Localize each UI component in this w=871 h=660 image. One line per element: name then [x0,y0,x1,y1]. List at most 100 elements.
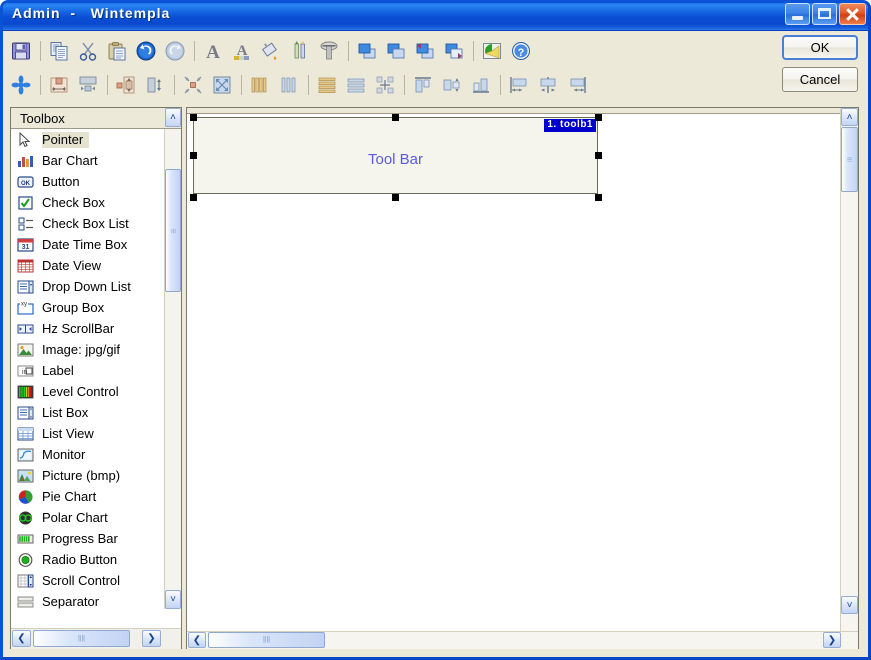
toolbox-scroll-down-arrow[interactable]: ˅ [165,590,181,609]
toolbox-item-level-control[interactable]: Level Control [11,381,166,402]
align-middles-icon[interactable] [438,71,466,99]
pie-chart-icon[interactable] [478,37,506,65]
toolbox-item-polar-chart[interactable]: Polar Chart [11,507,166,528]
canvas-scroll-up-arrow[interactable]: ˄ [841,108,858,126]
canvas-scroll-left-arrow[interactable]: ❮ [188,632,206,648]
svg-text:A: A [206,42,220,62]
undo-icon[interactable] [132,37,160,65]
maximize-button[interactable] [812,3,837,25]
toolbox-item-separator[interactable]: Separator [11,591,166,609]
canvas-scroll-right-arrow[interactable]: ❯ [823,632,841,648]
canvas-vertical-scrollbar[interactable]: ˄ ≡ ˅ [840,108,858,632]
toolbar-separator [348,41,349,61]
client-area: Toolbox Pointer Bar Chart OK Button Check Bo… [6,106,868,655]
toolbox-item-drop-down-list[interactable]: Drop Down List [11,276,166,297]
selection-handle-middle-left[interactable] [190,152,197,159]
make-same-width-icon[interactable] [112,71,140,99]
toolbox-item-pie-chart[interactable]: Pie Chart [11,486,166,507]
toolbox-item-list-box[interactable]: List Box [11,402,166,423]
screw-icon[interactable] [315,37,343,65]
copy-icon[interactable] [45,37,73,65]
canvas-scroll-down-arrow[interactable]: ˅ [841,596,858,614]
toolbar-control[interactable]: Tool Bar 1. toolb1 [193,117,598,194]
selection-handle-top-left[interactable] [190,114,197,121]
toolbox-item-date-view[interactable]: Date View [11,255,166,276]
selection-handle-middle-right[interactable] [595,152,602,159]
toolbar-area: A A ? OK Cancel [3,31,868,105]
fill-color-icon[interactable] [257,37,285,65]
toolbox-item-scroll-control[interactable]: Scroll Control [11,570,166,591]
toolbox-item-check-box-list[interactable]: Check Box List [11,213,166,234]
toolbar-separator [241,75,242,95]
canvas-horizontal-scroll-thumb[interactable]: ‖‖ [208,632,325,648]
toolbox-item-button[interactable]: OK Button [11,171,166,192]
toolbox-item-pointer[interactable]: Pointer [11,129,166,150]
toolbox-item-label[interactable]: in Label [11,360,166,381]
help-icon[interactable]: ? [507,37,535,65]
toolbox-item-list-view[interactable]: List View [11,423,166,444]
bring-forward-icon[interactable] [411,37,439,65]
toolbox-vertical-scrollbar[interactable]: ˄ ≡ ˅ [164,108,181,609]
monitor-icon [15,446,35,463]
align-bottom-edges-icon[interactable] [467,71,495,99]
toolbox-scroll-up-arrow[interactable]: ˄ [165,108,181,127]
minimize-button[interactable] [785,3,810,25]
space-across-icon[interactable] [246,71,274,99]
font-icon[interactable]: A [199,37,227,65]
send-backward-icon[interactable] [440,37,468,65]
align-centers-icon[interactable] [371,71,399,99]
selection-handle-top-right[interactable] [595,114,602,121]
toolbox-item-progress-bar[interactable]: Progress Bar [11,528,166,549]
design-canvas[interactable]: Tool Bar 1. toolb1 [187,108,842,632]
toolbox-item-hz-scrollbar[interactable]: Hz ScrollBar [11,318,166,339]
separator-icon [15,593,35,609]
align-right-edges-icon[interactable] [342,71,370,99]
send-to-back-icon[interactable] [382,37,410,65]
align-horizontal-center-icon[interactable] [45,71,73,99]
space-down-icon[interactable] [275,71,303,99]
bring-to-front-icon[interactable] [353,37,381,65]
redo-icon[interactable] [161,37,189,65]
align-vertical-center-icon[interactable] [74,71,102,99]
toolbox-item-label: Polar Chart [42,509,108,525]
snowflake-icon[interactable] [7,71,35,99]
canvas-horizontal-scrollbar[interactable]: ❮ ‖‖ ❯ [187,631,858,649]
toolbox-item-date-time-box[interactable]: 31 Date Time Box [11,234,166,255]
toolbox-item-group-box[interactable]: xy Group Box [11,297,166,318]
toolbox-horizontal-scroll-thumb[interactable]: ‖‖ [33,630,130,647]
toolbox-item-radio-button[interactable]: Radio Button [11,549,166,570]
cancel-button[interactable]: Cancel [782,67,858,92]
toolbox-item-check-box[interactable]: Check Box [11,192,166,213]
toolbox-item-picture-bmp[interactable]: Picture (bmp) [11,465,166,486]
toolbox-item-label: Hz ScrollBar [42,320,115,336]
tab-left-icon[interactable] [505,71,533,99]
toolbox-item-monitor[interactable]: Monitor [11,444,166,465]
close-button[interactable] [839,3,866,25]
paste-icon[interactable] [103,37,131,65]
selection-handle-top-center[interactable] [392,114,399,121]
pen-color-icon[interactable] [286,37,314,65]
save-icon[interactable] [7,37,35,65]
cut-icon[interactable] [74,37,102,65]
tab-center-icon[interactable] [534,71,562,99]
size-to-fit-icon[interactable] [179,71,207,99]
font-color-icon[interactable]: A [228,37,256,65]
canvas-vertical-scroll-thumb[interactable]: ≡ [841,127,858,192]
selection-handle-bottom-left[interactable] [190,194,197,201]
toolbox-item-bar-chart[interactable]: Bar Chart [11,150,166,171]
selection-handle-bottom-right[interactable] [595,194,602,201]
toolbox-scroll-right-arrow[interactable]: ❯ [142,630,161,647]
toolbox-scroll-left-arrow[interactable]: ❮ [12,630,31,647]
toolbox-item-list[interactable]: Pointer Bar Chart OK Button Check Box Check B… [11,129,166,609]
toolbox-horizontal-scrollbar[interactable]: ❮ ‖‖ ❯ [11,628,181,649]
title-bar: Admin - Wintempla [3,3,868,31]
align-left-edges-icon[interactable] [313,71,341,99]
align-top-edges-icon[interactable] [409,71,437,99]
toolbox-vertical-scroll-thumb[interactable]: ≡ [165,169,181,292]
selection-handle-bottom-center[interactable] [392,194,399,201]
make-same-height-icon[interactable] [141,71,169,99]
size-to-grid-icon[interactable] [208,71,236,99]
tab-right-icon[interactable] [563,71,591,99]
ok-button[interactable]: OK [782,35,858,60]
toolbox-item-image-jpg-gif[interactable]: Image: jpg/gif [11,339,166,360]
